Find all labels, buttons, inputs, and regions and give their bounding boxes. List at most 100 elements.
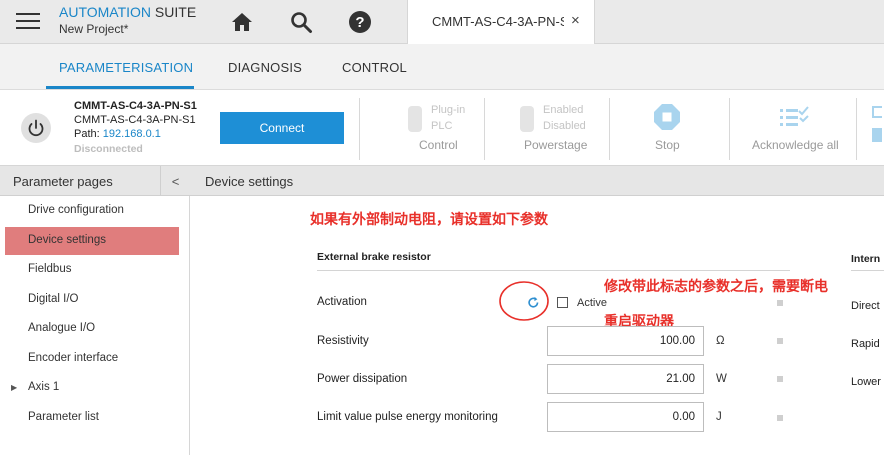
- power-icon: [28, 119, 44, 137]
- connection-status: Disconnected: [74, 143, 143, 155]
- power-dissipation-label: Power dissipation: [317, 373, 408, 385]
- help-icon[interactable]: ?: [348, 10, 372, 34]
- partial-icon[interactable]: [872, 128, 882, 142]
- device-toolbar: CMMT-AS-C4-3A-PN-S1 CMMT-AS-C4-3A-PN-S1 …: [0, 90, 884, 166]
- enabled-label: Enabled: [543, 104, 584, 116]
- project-name: New Project*: [59, 22, 129, 36]
- powerstage-toggle[interactable]: [520, 106, 534, 132]
- annotation-external-resistor: 如果有外部制动电阻，请设置如下参数: [310, 211, 548, 227]
- internal-row-label: Rapid: [851, 338, 880, 350]
- acknowledge-icon[interactable]: [778, 105, 810, 131]
- section-divider: [851, 270, 884, 271]
- page-title: Device settings: [205, 174, 294, 189]
- collapse-sidebar-button[interactable]: <: [160, 166, 190, 196]
- home-icon[interactable]: [230, 10, 254, 34]
- annotation-restart-line-1: 修改带此标志的参数之后，需要断电: [604, 278, 828, 294]
- app-title-suffix: SUITE: [151, 4, 197, 20]
- limit-pulse-energy-label: Limit value pulse energy monitoring: [317, 411, 498, 423]
- sidebar-item-analogue-io[interactable]: Analogue I/O: [0, 315, 190, 343]
- status-indicator: [777, 415, 783, 421]
- active-checkbox-label: Active: [577, 297, 607, 309]
- document-tab[interactable]: CMMT-AS-C4-3A-PN-S1 ×: [407, 0, 595, 45]
- internal-row-label: Direct: [851, 300, 880, 312]
- device-name-bold: CMMT-AS-C4-3A-PN-S1: [74, 100, 197, 112]
- active-checkbox[interactable]: [557, 297, 568, 308]
- acknowledge-label: Acknowledge all: [752, 138, 839, 152]
- stop-icon[interactable]: [653, 103, 681, 131]
- svg-text:?: ?: [355, 14, 364, 31]
- sidebar-item-label: Drive configuration: [28, 204, 124, 216]
- resistivity-unit: Ω: [716, 335, 725, 347]
- document-tab-name: CMMT-AS-C4-3A-PN-S1: [432, 14, 564, 29]
- content-header: Device settings: [190, 166, 884, 196]
- section-title-internal: Intern: [851, 253, 881, 265]
- resistivity-input[interactable]: [547, 326, 704, 356]
- search-icon[interactable]: [289, 10, 313, 34]
- powerstage-group-label: Powerstage: [524, 138, 588, 152]
- device-ip-link[interactable]: 192.168.0.1: [103, 128, 161, 140]
- active-tab-indicator: [46, 86, 194, 89]
- device-path-label: Path:: [74, 128, 103, 140]
- status-indicator: [777, 376, 783, 382]
- expand-arrow-icon[interactable]: ▶: [11, 383, 17, 392]
- parameter-pages-sidebar: Parameter pages < Drive configuration De…: [0, 166, 190, 455]
- toolbar-divider: [484, 98, 485, 160]
- sidebar-item-label: Device settings: [28, 234, 106, 246]
- refresh-icon: [528, 296, 539, 308]
- automation-suite-window: AUTOMATION SUITE New Project* ? CMMT-AS-…: [0, 0, 884, 455]
- internal-row-label: Lower: [851, 376, 881, 388]
- sidebar-item-device-settings[interactable]: Device settings: [5, 227, 179, 255]
- sidebar-item-label: Digital I/O: [28, 293, 79, 305]
- resistivity-label: Resistivity: [317, 335, 369, 347]
- plugin-label: Plug-in: [431, 104, 466, 116]
- annotation-circle: [499, 281, 549, 321]
- sidebar-item-label: Axis 1: [28, 381, 60, 393]
- tab-control[interactable]: CONTROL: [342, 60, 407, 75]
- sidebar-item-drive-configuration[interactable]: Drive configuration: [0, 197, 190, 225]
- sidebar-item-axis-1[interactable]: ▶ Axis 1: [0, 374, 190, 402]
- plc-label: PLC: [431, 120, 453, 132]
- section-title-external-brake-resistor: External brake resistor: [317, 251, 431, 263]
- tab-diagnosis[interactable]: DIAGNOSIS: [228, 60, 302, 75]
- hamburger-icon[interactable]: [16, 13, 40, 31]
- sidebar-item-encoder-interface[interactable]: Encoder interface: [0, 345, 190, 373]
- limit-pulse-energy-input[interactable]: [547, 402, 704, 432]
- sidebar-item-digital-io[interactable]: Digital I/O: [0, 286, 190, 314]
- control-group-label: Control: [419, 138, 458, 152]
- power-button[interactable]: [21, 113, 51, 143]
- close-icon[interactable]: ×: [571, 12, 580, 29]
- sidebar-header: Parameter pages <: [0, 166, 190, 196]
- sidebar-item-label: Parameter list: [28, 411, 99, 423]
- tab-parameterisation[interactable]: PARAMETERISATION: [59, 60, 193, 75]
- status-indicator: [777, 300, 783, 306]
- sidebar-item-label: Fieldbus: [28, 263, 72, 275]
- status-indicator: [777, 338, 783, 344]
- limit-pulse-energy-unit: J: [716, 411, 722, 423]
- device-settings-panel: Device settings 如果有外部制动电阻，请设置如下参数 Extern…: [190, 166, 884, 455]
- toolbar-divider: [609, 98, 610, 160]
- power-dissipation-input[interactable]: [547, 364, 704, 394]
- main-tab-bar: PARAMETERISATION DIAGNOSIS CONTROL: [0, 44, 884, 90]
- plugin-plc-toggle[interactable]: [408, 106, 422, 132]
- sidebar-item-parameter-list[interactable]: Parameter list: [0, 404, 190, 432]
- section-divider: [317, 270, 790, 271]
- sidebar-title: Parameter pages: [13, 174, 113, 189]
- toolbar-divider: [359, 98, 360, 160]
- app-title-brand: AUTOMATION: [59, 4, 152, 20]
- disabled-label: Disabled: [543, 120, 586, 132]
- title-bar: AUTOMATION SUITE New Project* ? CMMT-AS-…: [0, 0, 884, 45]
- toolbar-divider: [856, 98, 857, 160]
- stop-label: Stop: [655, 138, 680, 152]
- sidebar-item-fieldbus[interactable]: Fieldbus: [0, 256, 190, 284]
- device-name: CMMT-AS-C4-3A-PN-S1: [74, 114, 196, 126]
- power-dissipation-unit: W: [716, 373, 727, 385]
- app-title: AUTOMATION SUITE: [59, 4, 196, 20]
- partial-icon[interactable]: [872, 106, 882, 118]
- sidebar-item-label: Analogue I/O: [28, 322, 96, 334]
- connect-button[interactable]: Connect: [220, 112, 344, 144]
- device-path: Path: 192.168.0.1: [74, 128, 161, 140]
- toolbar-divider: [729, 98, 730, 160]
- sidebar-item-label: Encoder interface: [28, 352, 119, 364]
- chevron-left-icon: <: [171, 173, 180, 189]
- activation-label: Activation: [317, 296, 367, 308]
